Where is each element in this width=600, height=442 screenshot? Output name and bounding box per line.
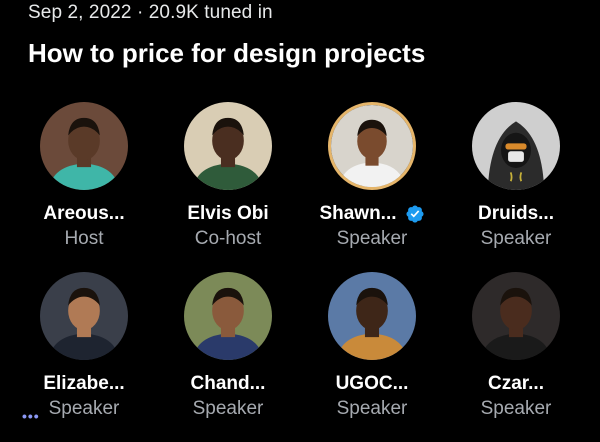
- participant-card[interactable]: UGOC... Speaker: [300, 272, 444, 442]
- participant-card[interactable]: Czar... Speaker: [444, 272, 588, 442]
- ellipsis-icon: •••: [22, 408, 40, 424]
- participant-role: Speaker: [480, 398, 552, 419]
- avatar[interactable]: [328, 272, 416, 360]
- verified-badge-icon: [405, 204, 425, 224]
- participant-name: Elvis Obi: [187, 203, 269, 224]
- participant-role: Co-host: [194, 228, 262, 249]
- participant-card[interactable]: Areous... Host: [12, 102, 156, 272]
- space-meta: Sep 2, 2022 · 20.9K tuned in: [28, 2, 273, 23]
- avatar[interactable]: [472, 102, 560, 190]
- person-photo: [328, 272, 416, 360]
- participant-role: Speaker: [192, 398, 264, 419]
- participant-card[interactable]: Elizabe... ••• Speaker: [12, 272, 156, 442]
- person-photo: [184, 102, 272, 190]
- participant-name: Czar...: [488, 373, 544, 394]
- participants-grid: Areous... Host Elvis Obi Co-host Shawn..…: [12, 102, 588, 442]
- person-photo: [472, 272, 560, 360]
- avatar[interactable]: [184, 272, 272, 360]
- avatar[interactable]: [184, 102, 272, 190]
- participant-role: Host: [64, 228, 104, 249]
- space-title: How to price for design projects: [28, 38, 426, 68]
- person-photo: [40, 272, 128, 360]
- participant-name: Areous...: [43, 203, 125, 224]
- participant-card[interactable]: Elvis Obi Co-host: [156, 102, 300, 272]
- person-photo: [331, 105, 413, 187]
- avatar[interactable]: [40, 272, 128, 360]
- participant-card[interactable]: Druids... Speaker: [444, 102, 588, 272]
- participant-name: Chand...: [190, 373, 266, 394]
- avatar[interactable]: [472, 272, 560, 360]
- participant-name: UGOC...: [335, 373, 409, 394]
- participant-name: Shawn...: [319, 203, 397, 224]
- participant-role: Speaker: [48, 398, 120, 419]
- participant-card[interactable]: Chand... Speaker: [156, 272, 300, 442]
- avatar[interactable]: [328, 102, 416, 190]
- participant-role: Speaker: [336, 228, 408, 249]
- person-photo: [40, 102, 128, 190]
- participant-card[interactable]: Shawn... Speaker: [300, 102, 444, 272]
- participant-role: Speaker: [336, 398, 408, 419]
- hooded-figure-icon: [472, 102, 560, 190]
- person-photo: [184, 272, 272, 360]
- participant-name: Druids...: [477, 203, 554, 224]
- participant-role: Speaker: [480, 228, 552, 249]
- participant-name: Elizabe...: [43, 373, 125, 394]
- avatar[interactable]: [40, 102, 128, 190]
